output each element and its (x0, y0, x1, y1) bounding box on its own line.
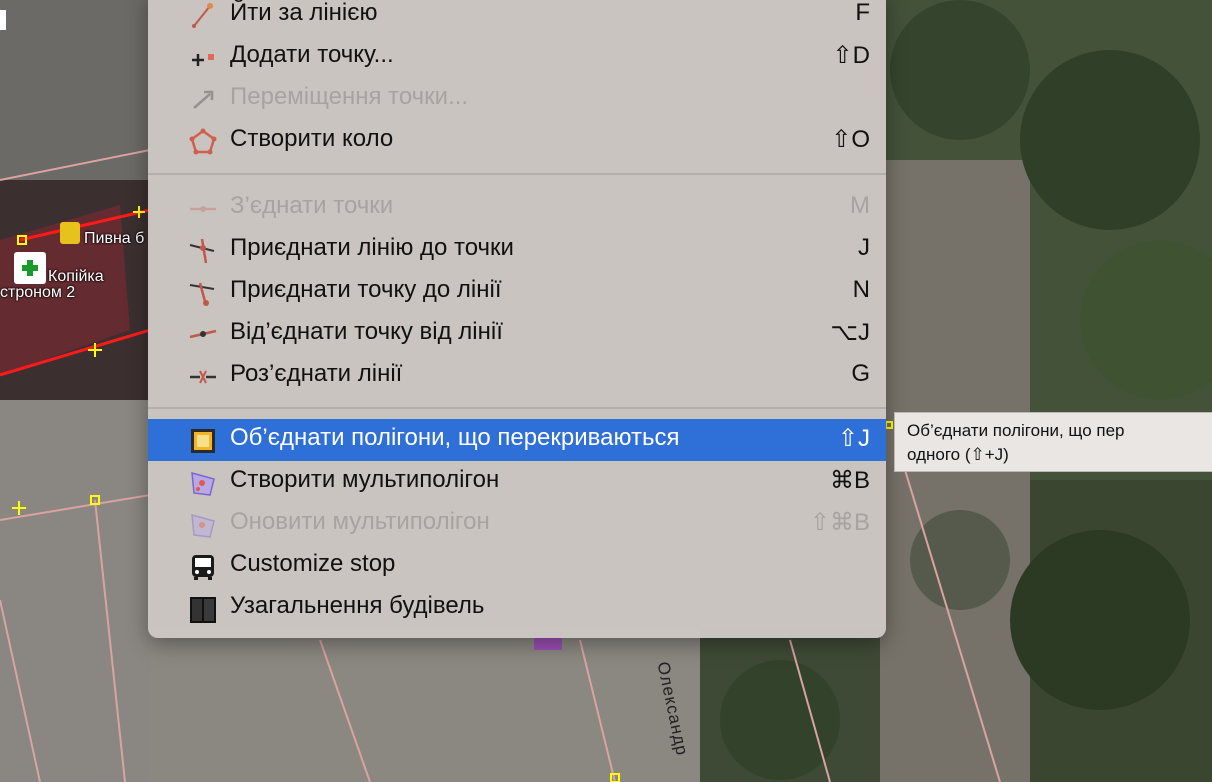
move-node-icon (193, 90, 214, 109)
menu-item-shortcut: F (855, 0, 870, 26)
menu-item-create-circle[interactable]: Створити коло ⇧O (148, 120, 886, 162)
menu-item-shortcut: J (858, 234, 870, 261)
menu-item-label: Customize stop (230, 550, 396, 577)
menu-item-shortcut: ⌘B (829, 467, 870, 494)
menu-item-tooltip: Об’єднати полігони, що пер одного (⇧+J) (894, 412, 1212, 472)
menu-item-building-generalization[interactable]: Узагальнення будівель (148, 587, 886, 629)
menu-item-disconnect-node[interactable]: Від’єднати точку від лінії ⌥J (148, 313, 886, 355)
merge-nodes-icon (190, 206, 216, 212)
building-generalization-icon (190, 597, 216, 623)
menu-item-join-overlapping-polygons[interactable]: Об’єднати полігони, що перекриваються ⇧J (148, 419, 886, 461)
create-multipolygon-icon (191, 471, 215, 496)
menu-item-add-node[interactable]: Додати точку... ⇧D (148, 36, 886, 78)
bus-stop-icon (192, 555, 214, 580)
split-ways-icon (190, 370, 216, 384)
follow-line-icon (192, 3, 213, 28)
menu-item-create-multipolygon[interactable]: Створити мультиполігон ⌘B (148, 461, 886, 503)
menu-separator (148, 407, 886, 409)
menu-item-join-way-to-node[interactable]: Приєднати лінію до точки J (148, 229, 886, 271)
join-node-to-way-icon (189, 282, 215, 306)
menu-item-shortcut: M (850, 192, 870, 219)
menu-item-merge-nodes: З’єднати точки M (148, 187, 886, 229)
menu-item-shortcut: ⇧⌘B (809, 509, 870, 536)
menu-item-shortcut: N (852, 276, 870, 303)
menu-item-join-node-to-way[interactable]: Приєднати точку до лінії N (148, 271, 886, 313)
map-label-hastronom: стронoм 2 (0, 284, 76, 301)
menu-item-label: Об’єднати полігони, що перекриваються (230, 424, 680, 451)
menu-item-customize-stop[interactable]: Customize stop (148, 545, 886, 587)
menu-item-label: Оновити мультиполігон (230, 508, 490, 535)
menu-item-follow-line[interactable]: Йти за лінією F (148, 0, 886, 36)
menu-item-shortcut: G (851, 360, 870, 387)
tooltip-line-1: Об’єднати полігони, що пер (907, 421, 1125, 440)
menu-item-shortcut: ⇧O (831, 126, 870, 153)
menu-item-label: Переміщення точки... (230, 83, 469, 110)
menu-item-label: Додати точку... (230, 41, 394, 68)
menu-item-label: Створити коло (230, 125, 394, 152)
update-multipolygon-icon (191, 513, 215, 538)
tools-menu: Йти за лінією F Додати точку... ⇧D Перем… (148, 0, 886, 638)
menu-item-move-node: Переміщення точки... (148, 78, 886, 120)
menu-item-label: Приєднати лінію до точки (230, 234, 514, 261)
join-polygons-icon (191, 429, 215, 453)
menu-item-shortcut: ⇧J (837, 425, 870, 452)
join-way-to-node-icon (189, 238, 215, 264)
tooltip-line-2: одного (⇧+J) (907, 445, 1009, 464)
add-node-icon (192, 54, 214, 66)
menu-item-label: Йти за лінією (230, 0, 378, 26)
create-circle-icon (189, 128, 217, 155)
menu-item-shortcut: ⌥J (830, 319, 870, 346)
menu-item-label: Узагальнення будівель (230, 592, 485, 619)
disconnect-node-icon (189, 329, 217, 339)
map-label-pivna: Пивна б (84, 230, 145, 247)
menu-item-label: Роз’єднати лінії (230, 360, 403, 387)
menu-separator (148, 173, 886, 175)
menu-item-update-multipolygon: Оновити мультиполігон ⇧⌘B (148, 503, 886, 545)
menu-item-label: Приєднати точку до лінії (230, 276, 502, 303)
menu-item-label: Від’єднати точку від лінії (230, 318, 503, 345)
menu-item-label: З’єднати точки (230, 192, 394, 219)
menu-item-shortcut: ⇧D (832, 42, 870, 69)
menu-item-label: Створити мультиполігон (230, 466, 500, 493)
menu-item-split-ways[interactable]: Роз’єднати лінії G (148, 355, 886, 397)
